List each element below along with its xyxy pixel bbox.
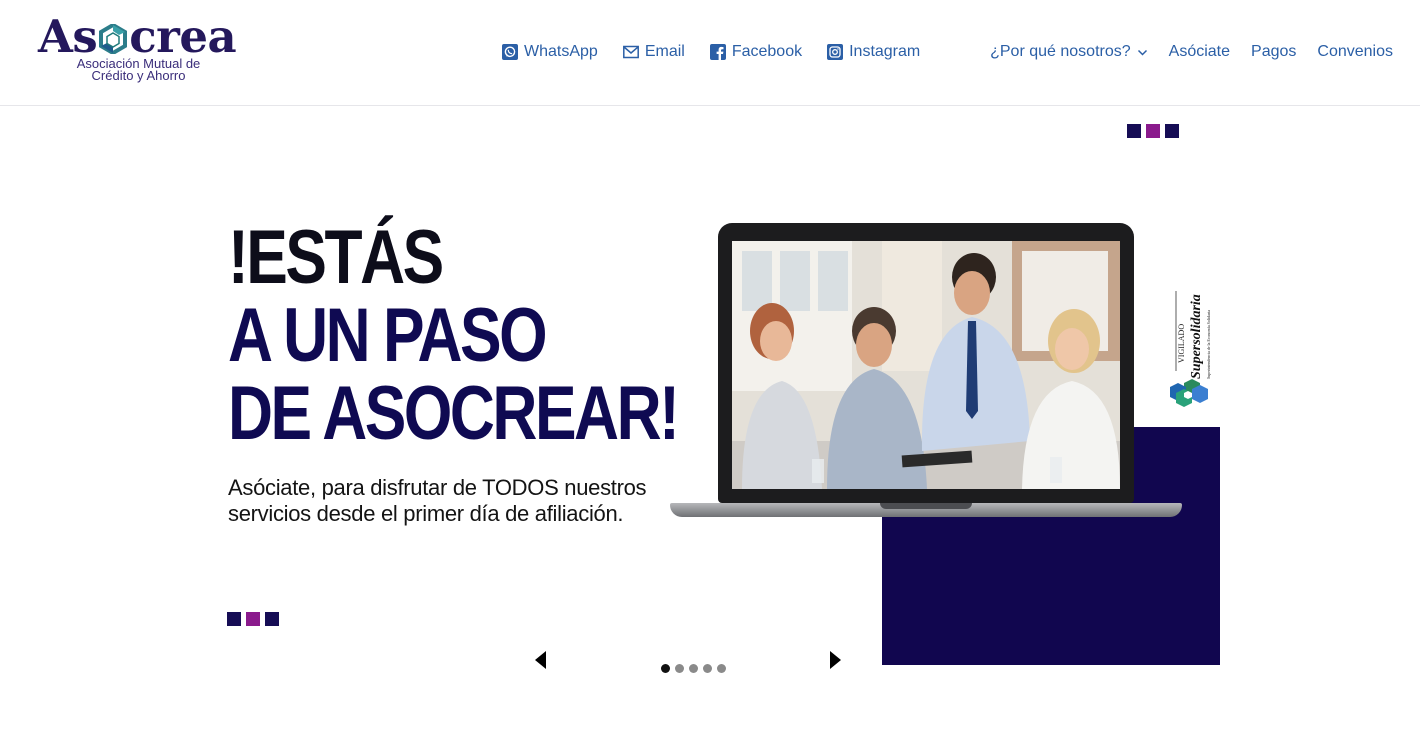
supersolidaria-badge: VIGILADO Supersolidaria Superintendencia…: [1162, 279, 1220, 415]
slider-next-button[interactable]: [826, 649, 844, 671]
laptop-lid: [718, 223, 1134, 503]
instagram-icon: [827, 44, 844, 60]
chevron-down-icon: [1137, 49, 1147, 56]
badge-caption-text: Superintendencia de la Economía Solidari…: [1206, 310, 1211, 379]
hero-subtext: Asóciate, para disfrutar de TODOS nuestr…: [228, 475, 647, 526]
social-links: WhatsApp Email Facebook Instagram: [502, 42, 920, 62]
laptop-notch: [880, 503, 972, 509]
laptop-screen-photo: [732, 241, 1120, 489]
whatsapp-icon: [502, 44, 518, 60]
logo-wordmark: As crea: [38, 10, 237, 63]
instagram-label: Instagram: [849, 43, 921, 60]
site-header: As crea Asociación Mutual de Crédito y A…: [0, 0, 1420, 106]
slider-dot[interactable]: [661, 664, 670, 673]
decor-square: [265, 612, 279, 626]
slider-dot[interactable]: [675, 664, 684, 673]
main-nav: ¿Por qué nosotros? Asóciate Pagos Conven…: [990, 42, 1393, 62]
decor-square: [1165, 124, 1179, 138]
team-meeting-photo: [732, 241, 1120, 489]
caret-left-icon: [535, 651, 546, 669]
slider-prev-button[interactable]: [532, 649, 550, 671]
headline-line2: A UN PASO: [228, 293, 548, 378]
badge-vigilado-text: VIGILADO: [1177, 324, 1186, 363]
supersolidaria-logo: VIGILADO Supersolidaria Superintendencia…: [1170, 291, 1211, 407]
decor-square: [1127, 124, 1141, 138]
slider-pagination: [661, 664, 726, 673]
nav-item-pagos[interactable]: Pagos: [1251, 42, 1296, 62]
email-icon: [622, 45, 639, 59]
slider-dot[interactable]: [717, 664, 726, 673]
nav-item-convenios[interactable]: Convenios: [1317, 42, 1393, 62]
decor-square: [246, 612, 260, 626]
headline-line3: DE ASOCREAR!: [228, 371, 680, 456]
badge-org-text: Supersolidaria: [1189, 294, 1204, 379]
headline-line1: !ESTÁS: [228, 215, 444, 300]
facebook-icon: [709, 44, 726, 60]
hero-slider: !ESTÁS A UN PASO DE ASOCREAR! Asóciate, …: [0, 107, 1420, 751]
logo-hexagon-icon: [99, 24, 128, 54]
instagram-link[interactable]: Instagram: [827, 42, 920, 62]
nav-item-asociate[interactable]: Asóciate: [1169, 42, 1230, 62]
nav-item-why-us[interactable]: ¿Por qué nosotros?: [990, 42, 1148, 62]
logo-word-part2: crea: [129, 10, 237, 63]
email-label: Email: [644, 43, 685, 60]
logo-word-part1: As: [38, 10, 98, 63]
whatsapp-label: WhatsApp: [524, 43, 598, 60]
email-link[interactable]: Email: [622, 42, 685, 62]
slider-dot[interactable]: [703, 664, 712, 673]
facebook-link[interactable]: Facebook: [709, 42, 803, 62]
logo-subtitle: Asociación Mutual de Crédito y Ahorro: [56, 57, 221, 83]
decorative-squares-bottom: [227, 612, 279, 626]
decor-square: [227, 612, 241, 626]
slider-dot[interactable]: [689, 664, 698, 673]
facebook-label: Facebook: [731, 43, 803, 60]
laptop-image: [670, 223, 1182, 527]
caret-right-icon: [830, 651, 841, 669]
nav-item-why-us-label: ¿Por qué nosotros?: [990, 43, 1131, 60]
decor-square: [1146, 124, 1160, 138]
brand-logo[interactable]: As crea Asociación Mutual de Crédito y A…: [38, 12, 248, 88]
logo-subtitle-line2: Crédito y Ahorro: [91, 68, 186, 83]
decorative-squares-top: [1127, 124, 1179, 138]
whatsapp-link[interactable]: WhatsApp: [502, 42, 598, 62]
